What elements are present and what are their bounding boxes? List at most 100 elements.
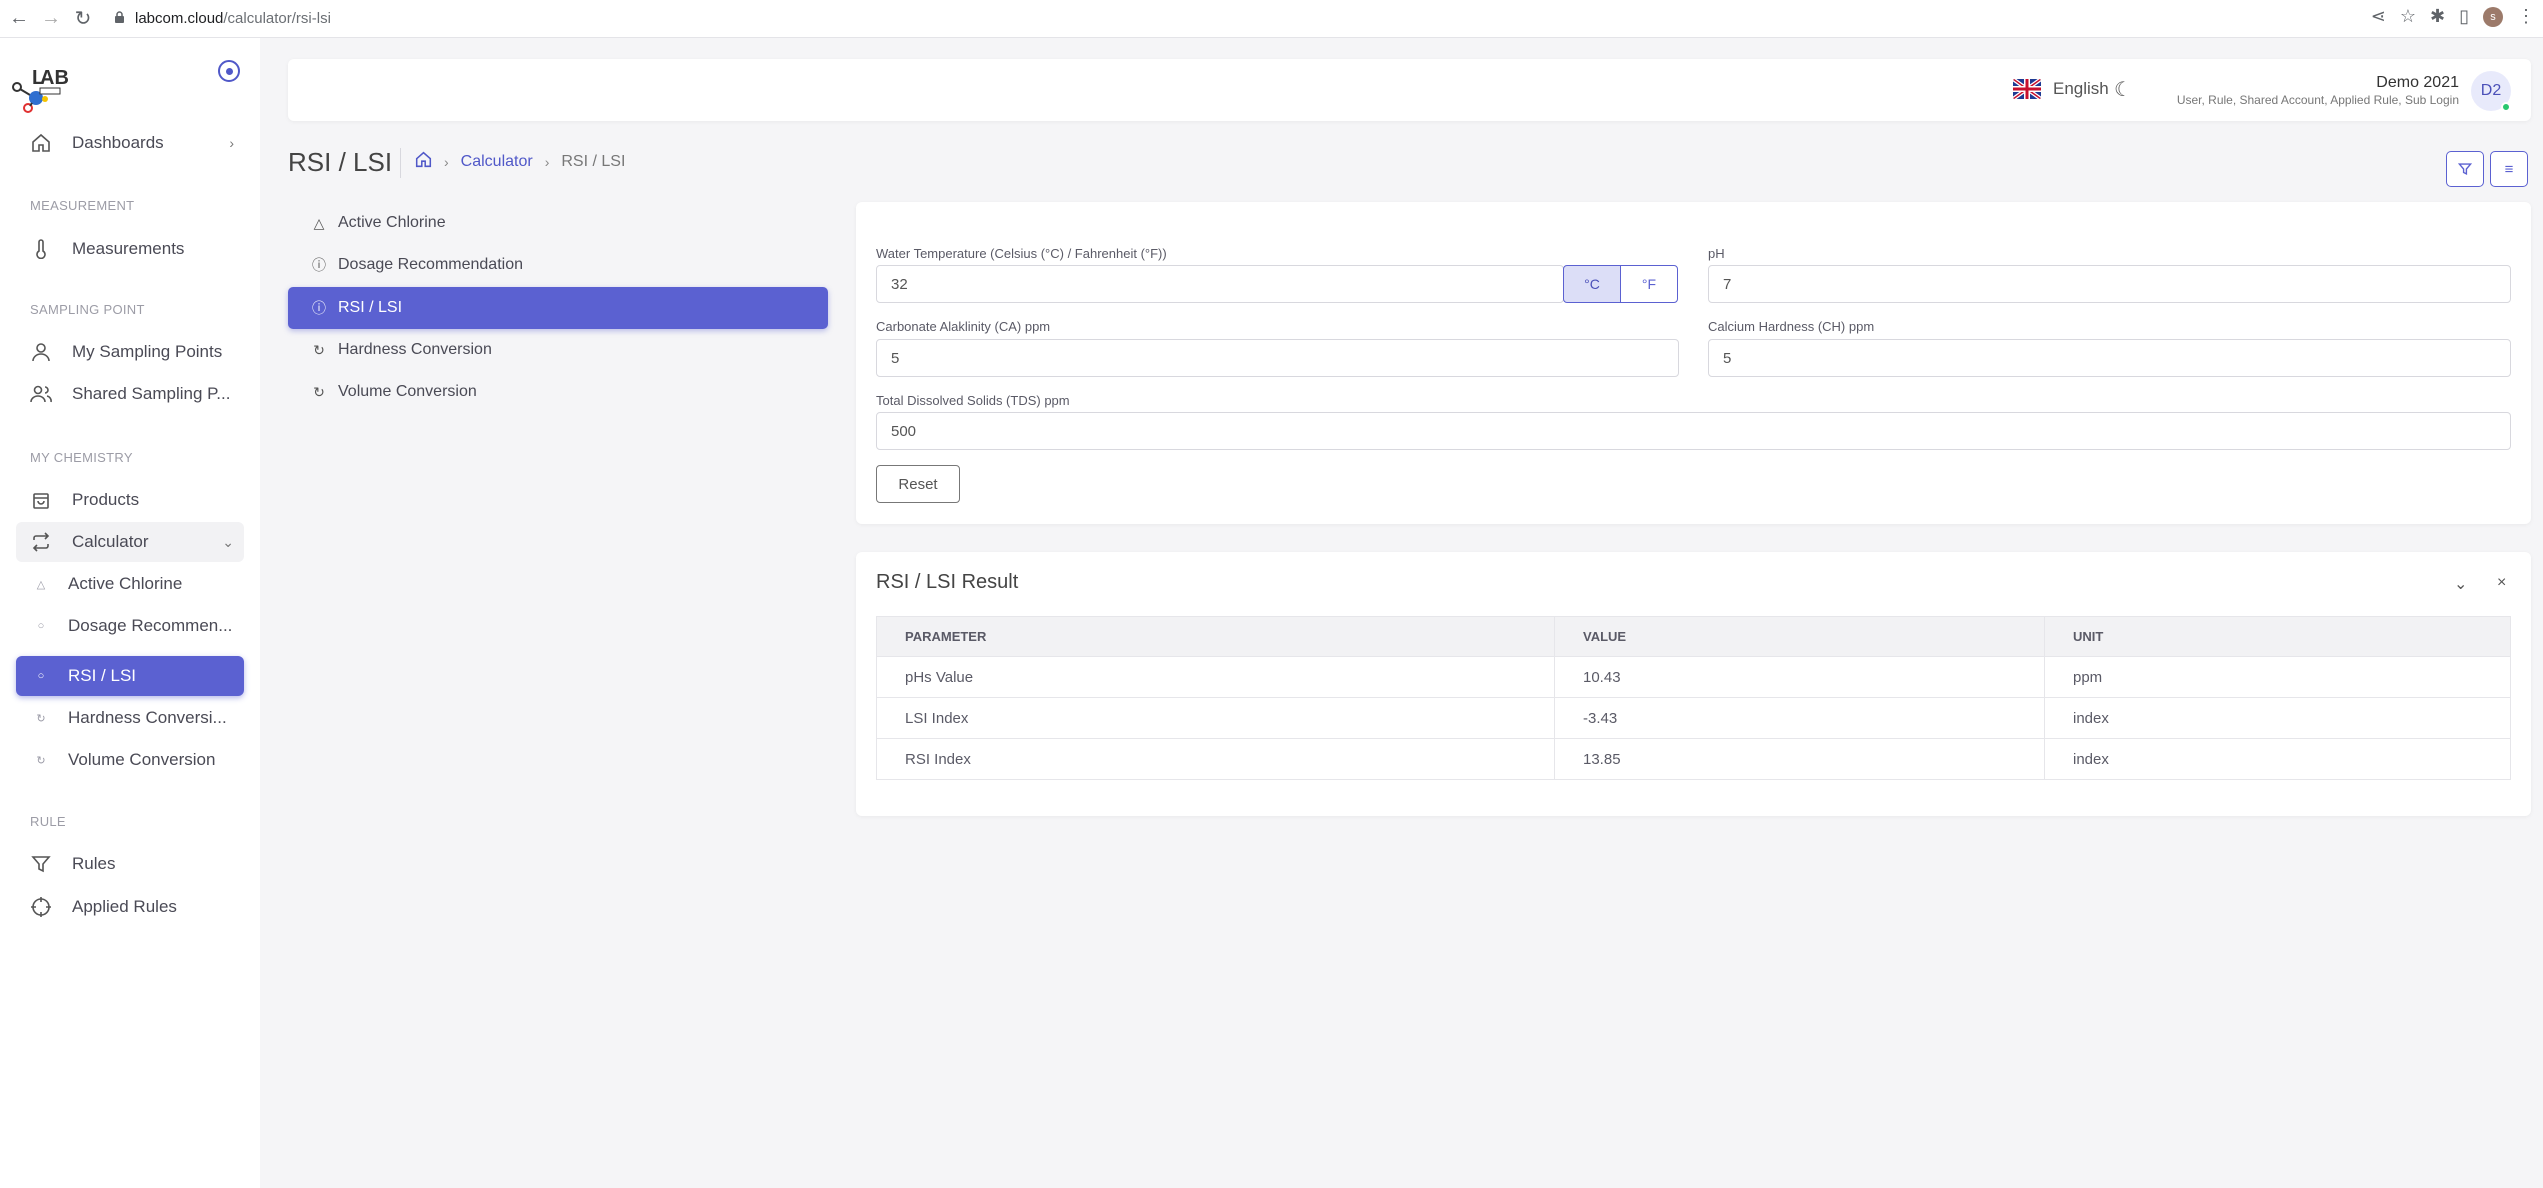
bookmark-star-icon[interactable]: ☆ <box>2400 6 2416 27</box>
table-header-row: PARAMETER VALUE UNIT <box>876 616 2511 657</box>
svg-text:L: L <box>32 67 44 89</box>
alert-circle-icon: ⓘ <box>312 257 326 273</box>
ph-label: pH <box>1708 246 1725 261</box>
reload-icon[interactable]: ↻ <box>70 6 96 32</box>
calc-menu-hardness-conversion[interactable]: ↻ Hardness Conversion <box>288 329 828 371</box>
sidebar-section-sampling-point: SAMPLING POINT <box>30 302 145 317</box>
sidebar-item-rsi-lsi[interactable]: ○ RSI / LSI <box>16 656 244 696</box>
svg-text:AB: AB <box>40 67 69 89</box>
filter-icon <box>2458 163 2472 176</box>
breadcrumb-calculator-link[interactable]: Calculator <box>461 153 533 171</box>
triangle-icon: △ <box>36 578 46 591</box>
labcom-logo[interactable]: AB L <box>12 62 74 114</box>
calc-menu-label: Dosage Recommendation <box>338 256 523 273</box>
reset-button[interactable]: Reset <box>876 465 960 503</box>
thermometer-icon <box>30 238 52 260</box>
address-bar[interactable]: labcom.cloud/calculator/rsi-lsi <box>114 10 331 27</box>
cell-parameter: RSI Index <box>876 738 1555 780</box>
column-header-unit: UNIT <box>2044 616 2511 657</box>
filter-button[interactable] <box>2446 151 2484 187</box>
sidebar-item-measurements[interactable]: Measurements <box>16 229 244 269</box>
alert-circle-icon: ○ <box>37 670 45 682</box>
refresh-icon: ↻ <box>313 341 325 358</box>
sidebar-item-label: Applied Rules <box>72 897 177 916</box>
home-icon[interactable] <box>415 151 432 173</box>
users-icon <box>30 383 52 405</box>
url-domain: labcom.cloud <box>135 10 224 27</box>
carbonate-alkalinity-input[interactable]: 5 <box>876 339 1679 377</box>
alert-circle-icon: ⓘ <box>312 300 326 316</box>
chevron-right-icon: › <box>544 154 550 170</box>
calc-menu-dosage-recommendation[interactable]: ⓘ Dosage Recommendation <box>288 244 828 286</box>
sidebar-item-label: Rules <box>72 854 116 873</box>
fahrenheit-button[interactable]: °F <box>1620 265 1678 303</box>
calc-menu-volume-conversion[interactable]: ↻ Volume Conversion <box>288 371 828 413</box>
sidebar-item-dashboards[interactable]: Dashboards › <box>16 123 244 163</box>
calcium-hardness-input[interactable]: 5 <box>1708 339 2511 377</box>
triangle-icon: △ <box>313 214 325 231</box>
sidebar-collapse-toggle[interactable] <box>218 60 240 82</box>
close-icon[interactable]: × <box>2497 574 2506 592</box>
page-title: RSI / LSI <box>288 147 393 177</box>
browser-menu-icon[interactable]: ⋮ <box>2517 6 2535 27</box>
collapse-chevron-icon[interactable]: ⌄ <box>2454 574 2467 594</box>
menu-button[interactable]: ≡ <box>2490 151 2528 187</box>
sidebar-item-calculator[interactable]: Calculator ⌄ <box>16 522 244 562</box>
sidebar: AB L Dashboards › MEASUREMENT Measuremen… <box>0 38 260 1188</box>
tds-label: Total Dissolved Solids (TDS) ppm <box>876 393 1070 408</box>
water-temperature-input[interactable]: 32 <box>876 265 1564 303</box>
calc-menu-active-chlorine[interactable]: △ Active Chlorine <box>288 202 828 244</box>
ph-input[interactable]: 7 <box>1708 265 2511 303</box>
sidebar-item-hardness-conversion[interactable]: ↻ Hardness Conversi... <box>16 698 244 738</box>
refresh-icon: ↻ <box>36 712 46 725</box>
lock-icon <box>114 10 125 27</box>
water-temperature-label: Water Temperature (Celsius (°C) / Fahren… <box>876 246 1167 261</box>
sidebar-item-label: Volume Conversion <box>68 750 216 769</box>
refresh-icon: ↻ <box>36 754 46 767</box>
chevron-right-icon: › <box>444 154 449 170</box>
column-header-parameter: PARAMETER <box>876 616 1555 657</box>
sidebar-item-active-chlorine[interactable]: △ Active Chlorine <box>16 564 244 604</box>
tds-input[interactable]: 500 <box>876 412 2511 450</box>
dark-mode-moon-icon[interactable]: ☾ <box>2114 77 2132 102</box>
sidebar-section-measurement: MEASUREMENT <box>30 198 135 213</box>
sidebar-item-label: Dashboards <box>72 133 164 152</box>
user-name: Demo 2021 <box>2376 74 2459 91</box>
url-path: /calculator/rsi-lsi <box>223 10 331 27</box>
profile-avatar[interactable]: s <box>2483 6 2503 27</box>
calcium-hardness-label: Calcium Hardness (CH) ppm <box>1708 319 1875 334</box>
language-selector[interactable]: English <box>2013 79 2109 99</box>
sidebar-item-dosage-recommendation[interactable]: ○ Dosage Recommen... <box>16 606 244 646</box>
user-icon <box>30 341 52 363</box>
sidebar-section-rule: RULE <box>30 814 66 829</box>
shopping-bag-icon <box>30 489 52 511</box>
back-icon[interactable]: ← <box>6 6 32 32</box>
share-icon[interactable]: ⋖ <box>2371 6 2386 27</box>
uk-flag-icon <box>2013 79 2041 99</box>
calc-menu-label: Hardness Conversion <box>338 341 492 358</box>
cell-unit: index <box>2044 697 2511 739</box>
sidebar-item-products[interactable]: Products <box>16 480 244 520</box>
chevron-right-icon: › <box>229 135 234 151</box>
side-panel-icon[interactable]: ▯ <box>2459 6 2469 27</box>
sidebar-item-volume-conversion[interactable]: ↻ Volume Conversion <box>16 740 244 780</box>
calc-menu-rsi-lsi[interactable]: ⓘ RSI / LSI <box>288 287 828 329</box>
sidebar-item-label: Shared Sampling P... <box>72 384 231 403</box>
home-icon <box>30 132 52 154</box>
sidebar-item-my-sampling-points[interactable]: My Sampling Points <box>16 332 244 372</box>
browser-toolbar: ← → ↻ labcom.cloud/calculator/rsi-lsi ⋖ … <box>0 0 2543 38</box>
sidebar-item-label: My Sampling Points <box>72 342 223 361</box>
extensions-icon[interactable]: ✱ <box>2430 6 2445 27</box>
forward-icon[interactable]: → <box>38 6 64 32</box>
table-row: pHs Value 10.43 ppm <box>876 656 2511 698</box>
sidebar-item-label: Calculator <box>72 532 149 551</box>
sidebar-item-label: Measurements <box>72 239 185 258</box>
sidebar-item-shared-sampling-points[interactable]: Shared Sampling P... <box>16 374 244 414</box>
celsius-button[interactable]: °C <box>1563 265 1621 303</box>
refresh-icon: ↻ <box>313 383 325 400</box>
carbonate-alkalinity-label: Carbonate Alaklinity (CA) ppm <box>876 319 1051 334</box>
sidebar-item-applied-rules[interactable]: Applied Rules <box>16 887 244 927</box>
sidebar-item-rules[interactable]: Rules <box>16 844 244 884</box>
cell-parameter: pHs Value <box>876 656 1555 698</box>
sidebar-item-label: RSI / LSI <box>68 666 137 685</box>
